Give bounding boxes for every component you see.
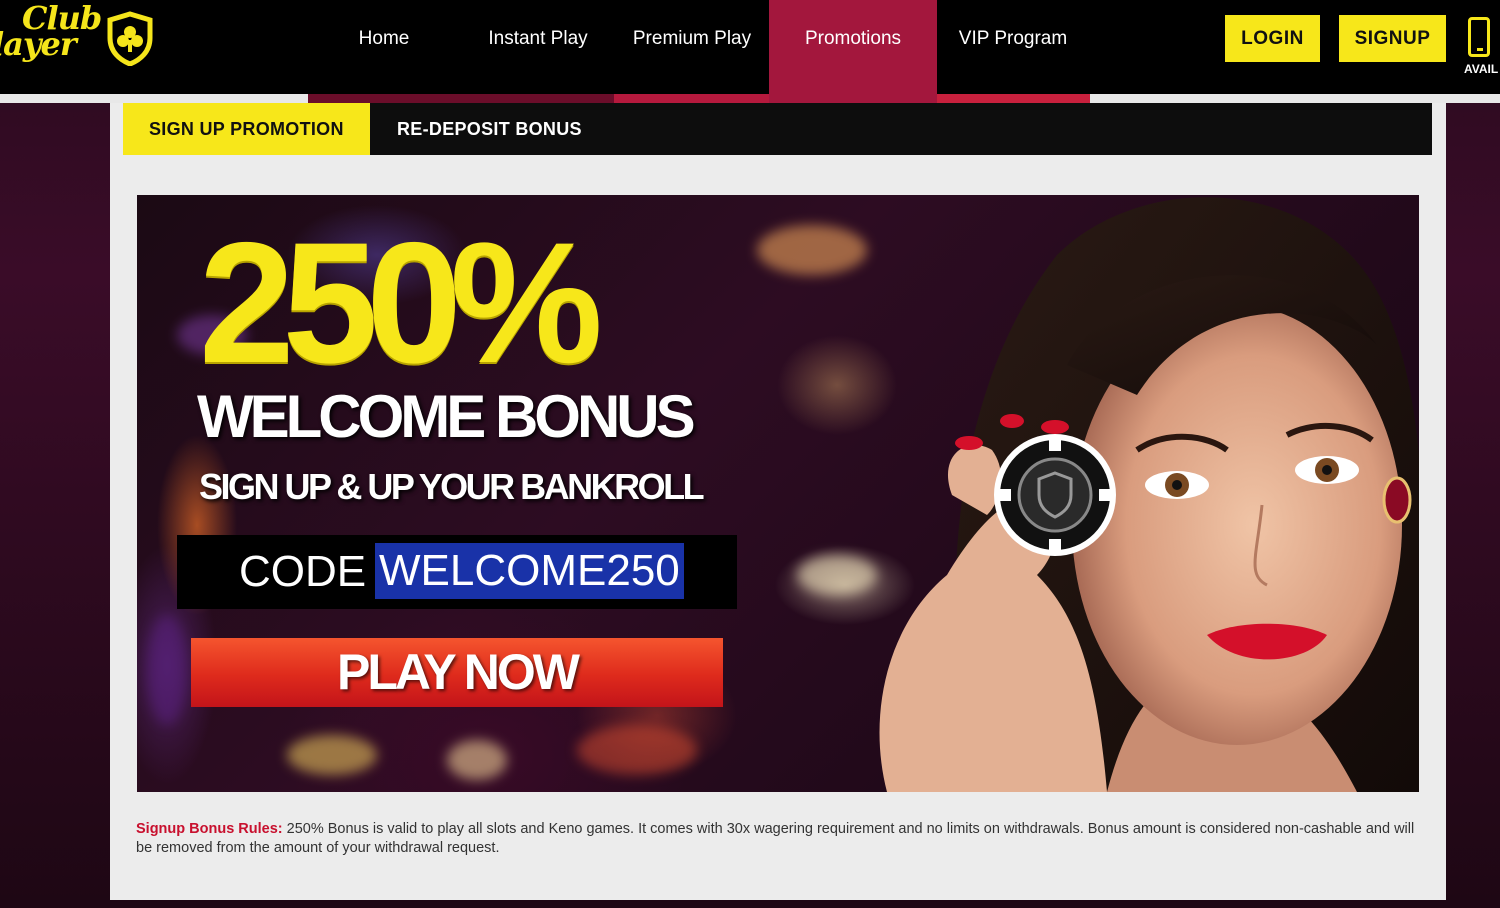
promo-code-label: CODE xyxy=(239,547,367,596)
bokeh-light xyxy=(447,740,507,780)
bonus-percentage: 250% xyxy=(199,207,603,399)
welcome-bonus-banner[interactable]: 250% WELCOME BONUS SIGN UP & UP YOUR BAN… xyxy=(137,195,1419,792)
tab-re-deposit-bonus[interactable]: RE-DEPOSIT BONUS xyxy=(371,103,608,155)
mobile-phone-icon xyxy=(1468,17,1490,57)
bokeh-light xyxy=(577,725,697,775)
top-navigation: Club layer Home Instant Play Premium Pla… xyxy=(0,0,1500,103)
promotions-panel: SIGN UP PROMOTION RE-DEPOSIT BONUS 250% … xyxy=(110,103,1446,900)
club-player-logo[interactable]: Club layer xyxy=(0,2,160,74)
nav-instant-play[interactable]: Instant Play xyxy=(480,0,596,94)
nav-underline-mid xyxy=(614,94,769,103)
nav-vip-program[interactable]: VIP Program xyxy=(950,0,1076,94)
bokeh-light xyxy=(287,735,377,775)
promo-code-box: CODE WELCOME250 xyxy=(177,535,737,609)
welcome-bonus-heading: WELCOME BONUS xyxy=(197,383,696,450)
login-button[interactable]: LOGIN xyxy=(1225,15,1320,62)
bankroll-tagline: SIGN UP & UP YOUR BANKROLL xyxy=(199,466,705,507)
nav-underline-left xyxy=(308,94,614,103)
nav-promotions[interactable]: Promotions xyxy=(769,0,937,103)
signup-bonus-rules: Signup Bonus Rules: 250% Bonus is valid … xyxy=(136,820,1426,858)
signup-button[interactable]: SIGNUP xyxy=(1339,15,1446,62)
shield-club-icon xyxy=(107,11,153,66)
bokeh-light xyxy=(147,615,187,725)
rules-text: 250% Bonus is valid to play all slots an… xyxy=(136,821,1415,856)
rules-heading: Signup Bonus Rules: xyxy=(136,821,283,837)
play-now-button[interactable]: PLAY NOW xyxy=(191,638,723,707)
mobile-available-label: AVAIL xyxy=(1464,62,1499,76)
promo-tabs: SIGN UP PROMOTION RE-DEPOSIT BONUS xyxy=(123,103,1432,155)
woman-holding-chip-image xyxy=(879,197,1419,792)
nav-home[interactable]: Home xyxy=(340,0,428,94)
mobile-app-link[interactable]: AVAIL xyxy=(1464,3,1500,83)
nav-divider-left xyxy=(0,94,308,103)
nav-underline-right xyxy=(937,94,1090,103)
promo-code-value[interactable]: WELCOME250 xyxy=(375,543,684,599)
nav-divider-right xyxy=(1090,94,1500,103)
nav-premium-play[interactable]: Premium Play xyxy=(626,0,758,94)
tab-sign-up-promotion[interactable]: SIGN UP PROMOTION xyxy=(123,103,370,155)
